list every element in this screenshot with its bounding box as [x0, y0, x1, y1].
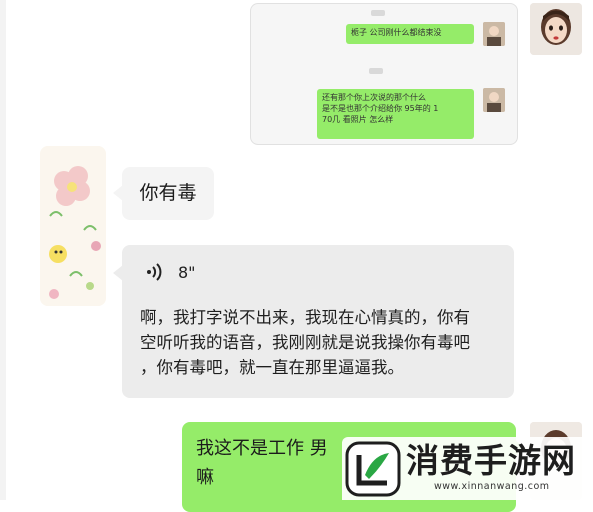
site-watermark: 消费手游网 www.xinnanwang.com [342, 437, 593, 500]
embedded-avatar [483, 22, 505, 46]
voice-duration: 8" [178, 262, 196, 282]
watermark-logo-icon [345, 441, 401, 497]
voice-transcript: 啊，我打字说不出来，我现在心情真的，你有 空听听我的语音，我刚刚就是说我操你有毒… [140, 308, 470, 377]
embedded-avatar [483, 88, 505, 112]
contact-avatar[interactable] [40, 146, 106, 306]
chat-view: 栀子 公司刚什么都结束没 还有那个你上次说的那个什么 是不是也那个介绍给你 95… [0, 0, 593, 512]
embedded-timestamp [369, 68, 383, 74]
embedded-screenshot-image[interactable]: 栀子 公司刚什么都结束没 还有那个你上次说的那个什么 是不是也那个介绍给你 95… [250, 3, 518, 145]
embedded-timestamp [371, 10, 385, 16]
voice-wave-icon [146, 262, 164, 282]
watermark-url: www.xinnanwang.com [434, 481, 550, 492]
incoming-message-bubble[interactable]: 你有毒 [113, 167, 214, 220]
window-edge [0, 0, 6, 500]
self-avatar[interactable] [530, 3, 582, 55]
voice-message-bubble[interactable]: 8" 啊，我打字说不出来，我现在心情真的，你有 空听听我的语音，我刚刚就是说我操… [113, 245, 514, 398]
voice-player[interactable]: 8" [138, 259, 498, 285]
watermark-title: 消费手游网 [406, 441, 576, 480]
embedded-message-2: 还有那个你上次说的那个什么 是不是也那个介绍给你 95年的 1 70几 看照片 … [317, 89, 474, 139]
embedded-message-1: 栀子 公司刚什么都结束没 [346, 24, 474, 44]
